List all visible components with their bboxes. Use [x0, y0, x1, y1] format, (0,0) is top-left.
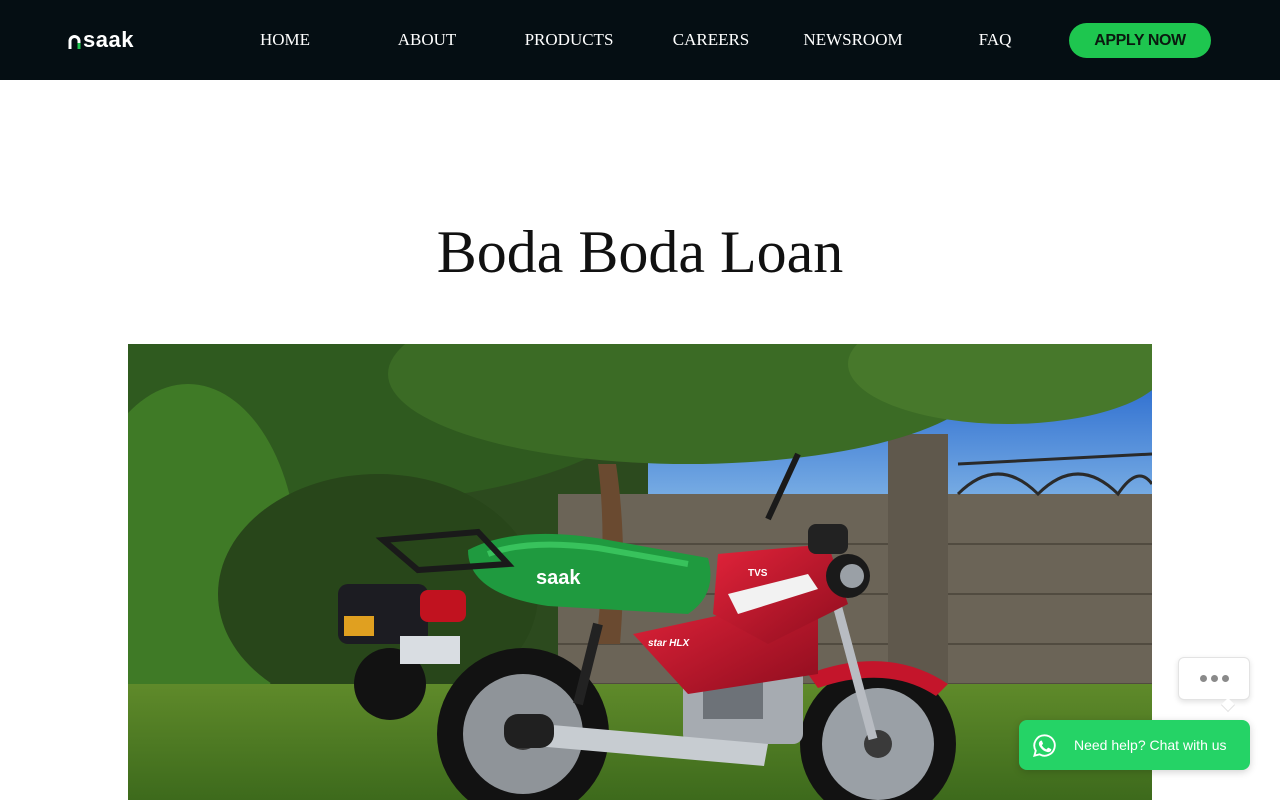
tank-badge-text: TVS [748, 568, 768, 579]
typing-indicator-bubble[interactable] [1178, 657, 1250, 713]
nav-newsroom[interactable]: NEWSROOM [803, 30, 902, 50]
typing-dot [1210, 675, 1218, 682]
seat-logo-text: saak [536, 567, 581, 589]
hero-image: saak TVS star HLX [128, 344, 1152, 800]
nav-faq[interactable]: FAQ [979, 30, 1012, 50]
nav-products[interactable]: PRODUCTS [525, 30, 614, 50]
asaak-logo[interactable]: saak [68, 27, 134, 53]
whatsapp-chat-button[interactable]: Need help? Chat with us [1019, 720, 1250, 770]
nav-home[interactable]: HOME [260, 30, 310, 50]
logo-text: saak [83, 27, 134, 52]
whatsapp-icon [1033, 733, 1056, 757]
model-badge-text: star HLX [648, 638, 690, 649]
typing-dot [1221, 675, 1229, 682]
apply-now-button[interactable]: APPLY NOW [1069, 23, 1211, 58]
bubble-tail [1220, 697, 1236, 713]
chat-label: Need help? Chat with us [1074, 737, 1227, 753]
logo-mark-icon [68, 35, 81, 49]
nav-careers[interactable]: CAREERS [673, 30, 750, 50]
typing-dot [1199, 675, 1207, 682]
page-title: Boda Boda Loan [436, 219, 844, 285]
site-header: saak HOME ABOUT PRODUCTS CAREERS NEWSROO… [0, 0, 1280, 80]
nav-about[interactable]: ABOUT [398, 30, 457, 50]
